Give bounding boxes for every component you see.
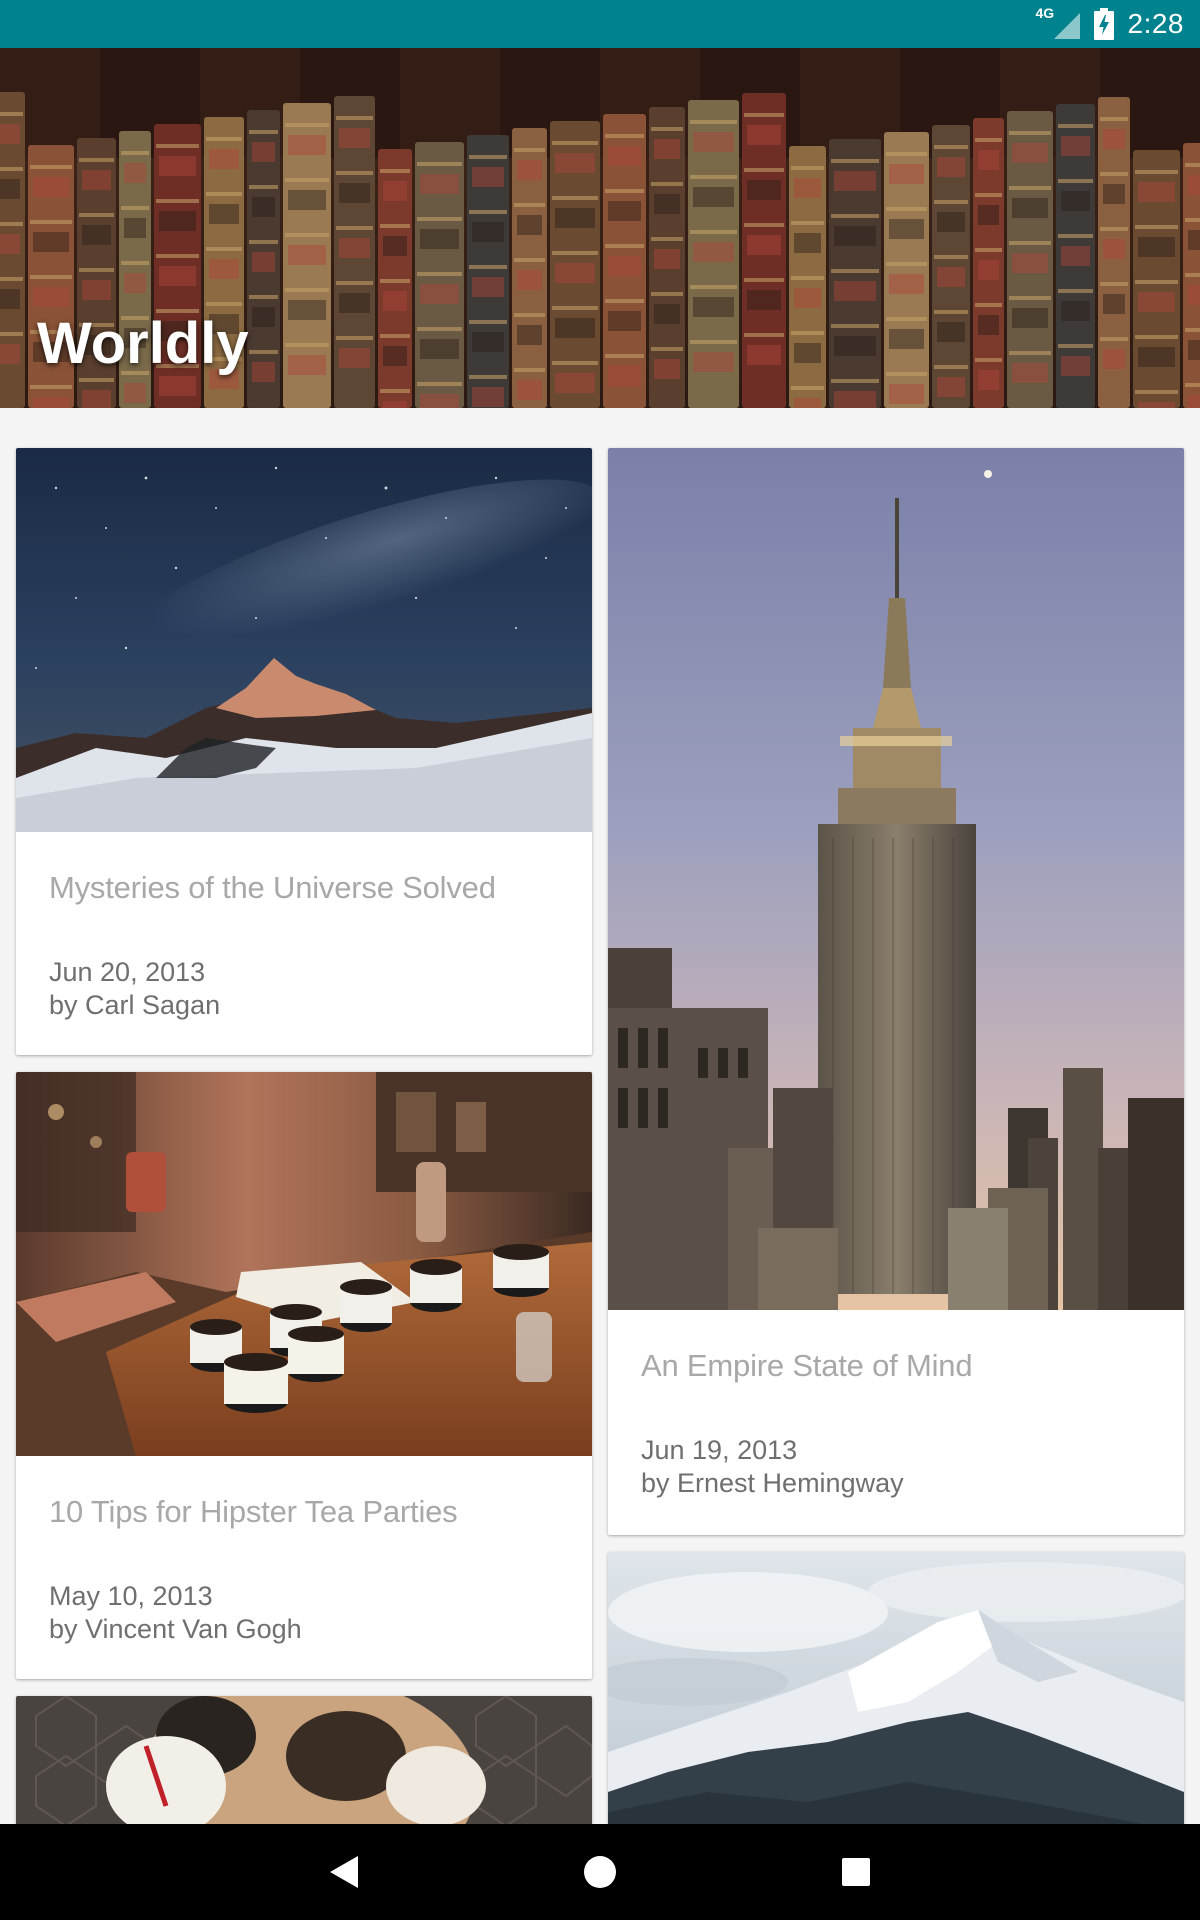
clock: 2:28 (1127, 8, 1184, 39)
screen: 4G 2:28 Worldly Mysteries of the Univers… (0, 0, 1200, 1920)
article-author: by Ernest Hemingway (641, 1468, 904, 1498)
article-title: 10 Tips for Hipster Tea Parties (49, 1494, 458, 1529)
recents-button[interactable] (796, 1824, 916, 1920)
article-author: by Carl Sagan (49, 990, 221, 1020)
article-title: Mysteries of the Universe Solved (49, 870, 496, 905)
tea-cups-table-image (16, 1072, 592, 1456)
night-sky-mountain-image (16, 448, 592, 832)
battery-charging-icon (1093, 8, 1114, 40)
home-icon (584, 1856, 616, 1888)
recents-icon (842, 1858, 870, 1886)
article-author: by Vincent Van Gogh (49, 1614, 302, 1644)
navigation-bar (0, 1824, 1200, 1920)
home-button[interactable] (540, 1824, 660, 1920)
article-date: Jun 20, 2013 (49, 957, 206, 987)
app-title: Worldly (37, 311, 249, 376)
status-bar: 4G 2:28 (0, 0, 1200, 48)
network-type-label: 4G (1035, 5, 1055, 21)
empire-state-building-image (608, 448, 1184, 1310)
back-button[interactable] (284, 1824, 404, 1920)
article-card[interactable]: An Empire State of Mind Jun 19, 2013 by … (608, 448, 1184, 1535)
article-date: Jun 19, 2013 (641, 1435, 798, 1465)
status-icons: 4G 2:28 (1036, 0, 1185, 48)
signal-icon: 4G (1035, 5, 1080, 41)
back-icon (330, 1856, 358, 1888)
article-card[interactable]: Mysteries of the Universe Solved Jun 20,… (16, 448, 592, 1055)
header-banner: Worldly (0, 48, 1200, 408)
article-card[interactable]: 10 Tips for Hipster Tea Parties May 10, … (16, 1072, 592, 1679)
article-title: An Empire State of Mind (641, 1348, 973, 1383)
article-date: May 10, 2013 (49, 1581, 213, 1611)
